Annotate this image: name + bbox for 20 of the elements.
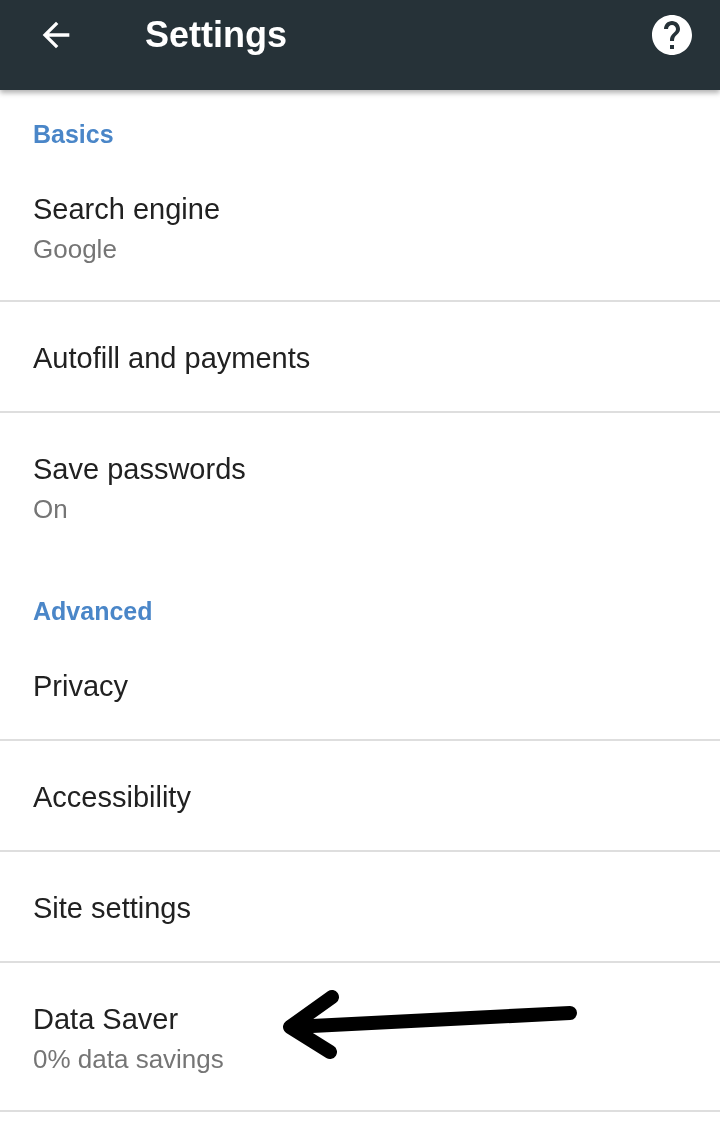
settings-row[interactable]: Data Saver 0% data savings [0, 963, 720, 1112]
settings-row[interactable]: Site settings [0, 852, 720, 963]
setting-title: Site settings [33, 891, 191, 926]
setting-summary: Google [33, 233, 117, 266]
setting-title: Save passwords [33, 452, 246, 487]
settings-row[interactable]: Privacy [0, 630, 720, 741]
setting-summary: On [33, 493, 68, 526]
section-header: Advanced [33, 596, 154, 626]
settings-row[interactable]: Search engine Google [0, 153, 720, 302]
settings-row[interactable]: Autofill and payments [0, 302, 720, 413]
setting-title: Data Saver [33, 1002, 179, 1037]
setting-title: Search engine [33, 192, 221, 227]
setting-summary: 0% data savings [33, 1043, 224, 1076]
setting-title: Accessibility [33, 780, 191, 815]
settings-row[interactable]: Save passwords On [0, 413, 720, 560]
settings-row[interactable]: Accessibility [0, 741, 720, 852]
setting-title: Privacy [33, 669, 129, 704]
setting-title: Autofill and payments [33, 341, 311, 376]
toolbar-title: Settings [145, 13, 287, 57]
section-header: Basics [33, 119, 115, 149]
